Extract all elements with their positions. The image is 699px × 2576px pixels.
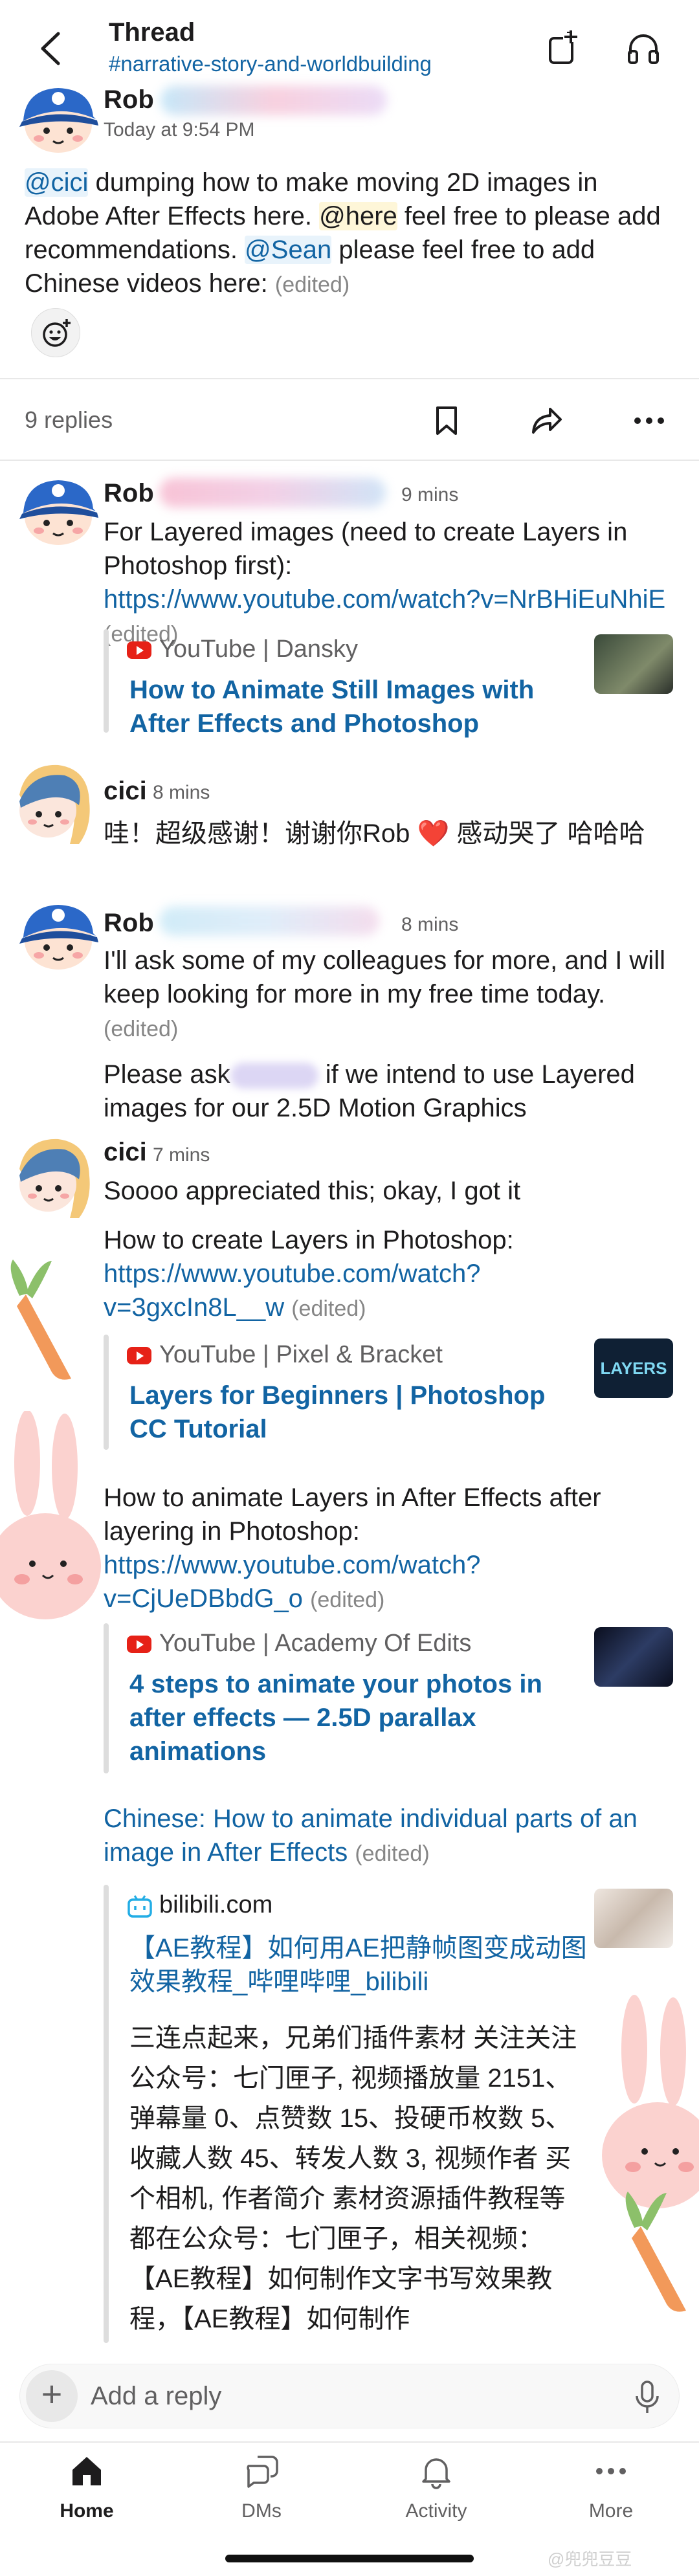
attachment-source: YouTube | Pixel & Bracket	[127, 1341, 443, 1369]
share-icon[interactable]	[531, 405, 563, 436]
message-timestamp: 9 mins	[401, 484, 459, 505]
bunny-sticker	[0, 1411, 101, 1619]
parent-message-text: @cici dumping how to make moving 2D imag…	[25, 168, 661, 298]
attachment-title[interactable]: How to Animate Still Images with After E…	[129, 673, 550, 740]
video-thumbnail[interactable]	[594, 634, 673, 694]
edited-label: (edited)	[104, 1017, 179, 1041]
message-text: Soooo appreciated this; okay, I got it	[104, 1177, 521, 1205]
author-name[interactable]: cici	[104, 777, 147, 806]
home-icon	[72, 2457, 101, 2485]
reply-count: 9 replies	[25, 406, 113, 433]
avatar-cici[interactable]	[6, 756, 97, 847]
edited-label: (edited)	[310, 1588, 385, 1612]
add-attachment-button[interactable]: +	[26, 2370, 78, 2422]
watermark: @兜兜豆豆	[548, 2549, 632, 2569]
author-name[interactable]: cici	[104, 1138, 147, 1167]
bell-icon	[422, 2458, 450, 2489]
follow-thread-icon[interactable]	[544, 29, 582, 68]
mention-sean[interactable]: @Sean	[245, 236, 332, 264]
video-thumbnail[interactable]: LAYERS	[594, 1338, 673, 1398]
edited-label: (edited)	[274, 272, 350, 297]
avatar-rob[interactable]	[13, 463, 104, 554]
reply-placeholder[interactable]: Add a reply	[91, 2382, 221, 2411]
attachment-title[interactable]: 【AE教程】如何用AE把静帧图变成动图效果教程_哔哩哔哩_bilibili	[129, 1931, 590, 1999]
youtube-icon	[127, 1347, 151, 1365]
author-name[interactable]: Rob	[104, 85, 154, 115]
youtube-link[interactable]: https://www.youtube.com/watch?v=NrBHiEuN…	[104, 585, 665, 614]
message-text: How to create Layers in Photoshop: https…	[104, 1226, 514, 1322]
attachment-bar	[104, 1335, 109, 1450]
avatar-rob[interactable]	[13, 888, 104, 979]
divider	[0, 460, 699, 461]
nav-activity[interactable]: Activity	[372, 2453, 501, 2522]
message-text: For Layered images (need to create Layer…	[104, 518, 666, 647]
message-text: I'll ask some of my colleagues for more,…	[104, 946, 665, 1041]
nav-more[interactable]: More	[546, 2453, 676, 2522]
message-timestamp: 8 mins	[153, 782, 210, 803]
attachment-source: YouTube | Academy Of Edits	[127, 1630, 471, 1658]
replies-bar: 9 replies	[0, 379, 699, 460]
emoji-add-icon	[43, 319, 71, 347]
youtube-icon	[127, 1636, 151, 1654]
mention-here[interactable]: @here	[319, 202, 397, 230]
youtube-link[interactable]: https://www.youtube.com/watch?v=CjUeDBbd…	[104, 1551, 481, 1613]
more-dots-icon	[596, 2468, 626, 2474]
attachment-source: bilibili.com	[127, 1891, 272, 1919]
thread-title: Thread	[109, 18, 195, 47]
author-name[interactable]: Rob	[104, 479, 154, 508]
attachment-description: 三连点起来，兄弟们插件素材 关注关注公众号：七门匣子, 视频播放量 2151、弹…	[129, 2024, 577, 2333]
edited-label: (edited)	[355, 1841, 430, 1866]
message-text: 哇！超级感谢！谢谢你Rob ❤️ 感动哭了 哈哈哈	[104, 819, 645, 848]
attachment-bar	[104, 629, 109, 733]
dms-icon	[247, 2456, 278, 2488]
more-options-icon[interactable]	[633, 416, 665, 426]
attachment-bar	[104, 1623, 109, 1773]
avatar-cici[interactable]	[6, 1130, 97, 1221]
author-name[interactable]: Rob	[104, 909, 154, 938]
headphones-icon[interactable]	[624, 29, 663, 68]
nav-dms[interactable]: DMs	[197, 2453, 326, 2522]
channel-link[interactable]: #narrative-story-and-worldbuilding	[109, 52, 432, 76]
attachment-title[interactable]: Layers for Beginners | Photoshop CC Tuto…	[129, 1379, 582, 1446]
back-arrow-icon[interactable]	[31, 26, 70, 71]
message-text: How to animate Layers in After Effects a…	[104, 1483, 601, 1613]
divider	[0, 2441, 699, 2443]
thread-header: Thread #narrative-story-and-worldbuildin…	[0, 0, 699, 84]
avatar-rob[interactable]	[13, 71, 104, 162]
attachment-bar	[104, 1885, 109, 2343]
attachment-source: YouTube | Dansky	[127, 636, 358, 663]
home-indicator	[225, 2555, 474, 2562]
nav-home[interactable]: Home	[22, 2453, 151, 2522]
add-reaction-button[interactable]	[31, 308, 80, 357]
mention-cici[interactable]: @cici	[25, 168, 89, 197]
blurred-surname	[159, 478, 386, 507]
bunny-sticker	[602, 1995, 699, 2208]
carrot-sticker	[10, 1260, 71, 1380]
message-timestamp: 8 mins	[401, 914, 459, 935]
message-link-text[interactable]: Chinese: How to animate individual parts…	[104, 1802, 673, 1871]
message-timestamp: Today at 9:54 PM	[104, 119, 255, 140]
microphone-icon[interactable]	[634, 2381, 660, 2414]
blurred-name	[230, 1063, 318, 1089]
video-thumbnail[interactable]	[594, 1627, 673, 1687]
edited-label: (edited)	[291, 1296, 366, 1321]
carrot-sticker	[625, 2192, 686, 2312]
bilibili-icon	[128, 1895, 152, 1918]
youtube-icon	[127, 641, 151, 660]
video-thumbnail[interactable]	[594, 1889, 673, 1948]
blurred-surname	[161, 85, 387, 115]
message-timestamp: 7 mins	[153, 1144, 210, 1166]
message-text: Please ask if we intend to use Layered i…	[104, 1060, 635, 1122]
bookmark-icon[interactable]	[432, 405, 461, 436]
blurred-surname	[159, 906, 379, 936]
attachment-title[interactable]: 4 steps to animate your photos in after …	[129, 1667, 570, 1768]
